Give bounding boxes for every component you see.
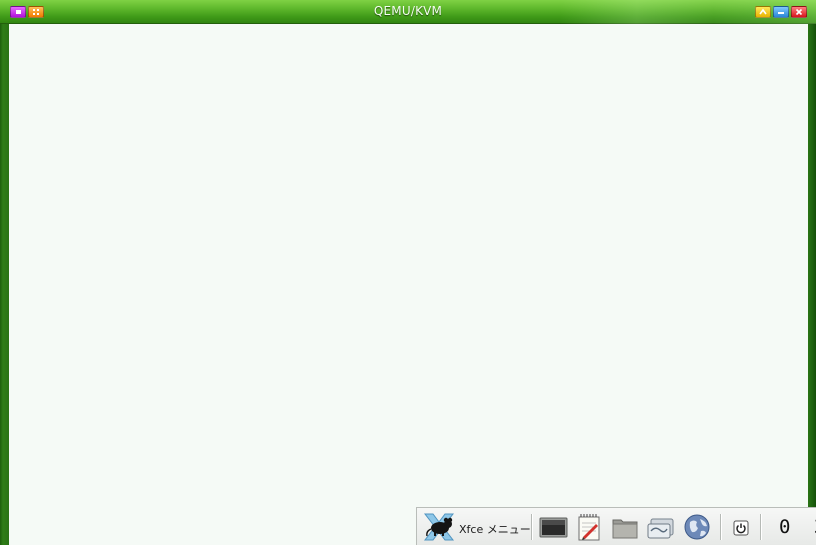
window-titlebar[interactable]: QEMU/KVM (0, 0, 816, 24)
terminal-icon (539, 517, 568, 538)
mail-icon (647, 518, 674, 539)
panel-separator (531, 514, 532, 540)
vm-display[interactable] (9, 24, 808, 545)
close-button[interactable] (791, 6, 807, 18)
mail-launcher[interactable] (646, 513, 676, 541)
panel-separator (720, 514, 721, 540)
panel-separator (760, 514, 761, 540)
shade-button[interactable] (755, 6, 771, 18)
close-icon (795, 8, 803, 16)
logout-icon (733, 520, 749, 536)
panel-clock[interactable]: 0 3 (779, 516, 816, 538)
xfce-menu-label: Xfce メニュー (459, 523, 531, 536)
logout-button[interactable] (726, 513, 756, 541)
xfce-menu-button[interactable]: Xfce メニュー (419, 510, 531, 543)
minimize-button[interactable] (773, 6, 789, 18)
xfce-mouse-icon (423, 513, 455, 541)
shade-icon (759, 8, 767, 15)
file-manager-icon (612, 519, 638, 539)
file-manager-launcher[interactable] (610, 513, 640, 541)
text-editor-icon (578, 514, 600, 541)
window-title: QEMU/KVM (373, 4, 443, 18)
web-browser-icon (684, 514, 710, 540)
web-browser-launcher[interactable] (682, 513, 712, 541)
terminal-launcher[interactable] (538, 513, 568, 541)
minimize-icon (778, 12, 784, 14)
text-editor-launcher[interactable] (574, 513, 604, 541)
taskbar-panel: Xfce メニュー 0 (416, 507, 816, 545)
